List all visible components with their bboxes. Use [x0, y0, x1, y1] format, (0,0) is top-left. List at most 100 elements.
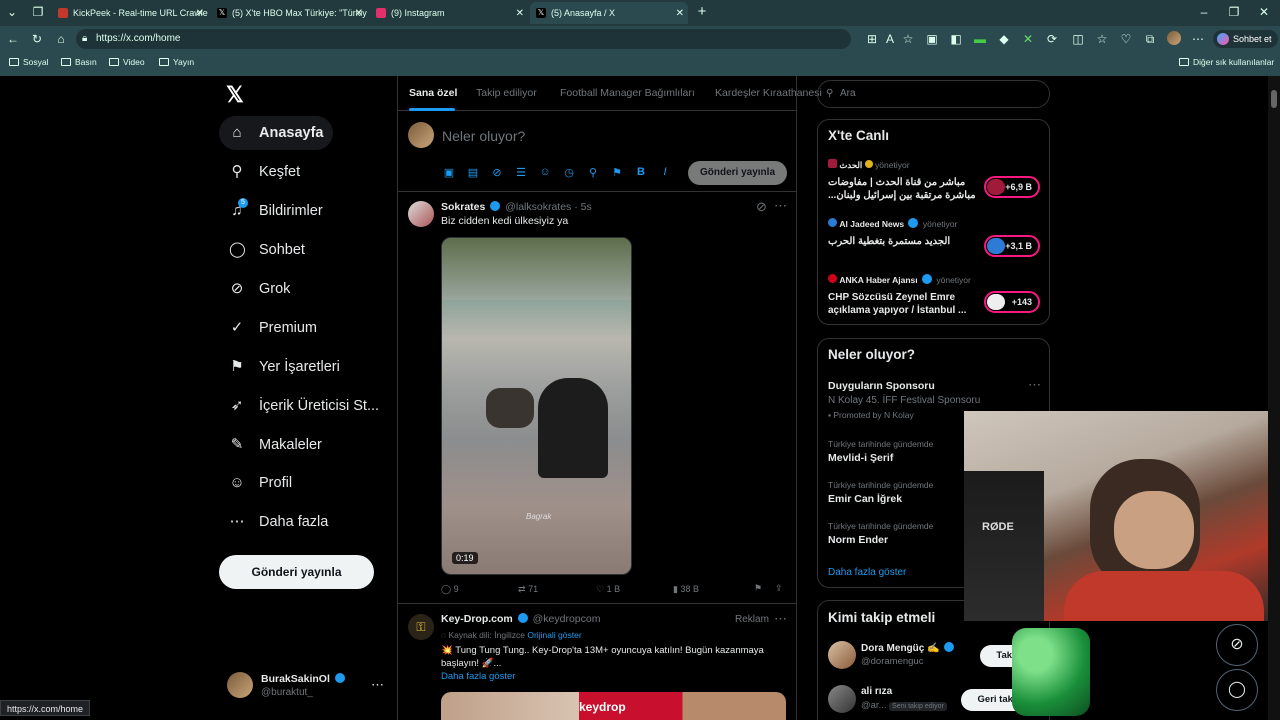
live-source[interactable]: Al Jadeed News yönetiyor [828, 218, 957, 229]
nav-item-creator-studio[interactable]: ➶ İçerik Üreticisi St... [219, 389, 389, 423]
browser-tab[interactable]: KickPeek - Real-time URL Crawler ✕ [52, 2, 208, 24]
scrollbar[interactable] [1268, 76, 1280, 720]
views-button[interactable]: ▮ 38 B [673, 584, 699, 595]
nav-item-chat[interactable]: ◯ Sohbet [219, 233, 315, 267]
workspaces-icon[interactable]: ❐ [30, 4, 46, 20]
bold-icon[interactable]: B [634, 166, 648, 178]
follow-name[interactable]: Dora Mengüç ✍ [861, 642, 956, 654]
flag-icon[interactable]: ⚑ [610, 166, 624, 179]
post-button[interactable]: Gönderi yayınla [219, 555, 374, 589]
scroll-thumb[interactable] [1271, 90, 1277, 108]
window-close-icon[interactable]: ✕ [1256, 4, 1272, 20]
extension-icon[interactable]: ◆ [996, 31, 1012, 47]
avatar[interactable] [828, 685, 856, 713]
back-icon[interactable]: ← [5, 31, 21, 47]
nav-item-articles[interactable]: ✎ Makaleler [219, 428, 332, 462]
copilot-chat-button[interactable]: Sohbet et [1213, 30, 1278, 48]
tab-for-you[interactable]: Sana özel [409, 87, 457, 99]
italic-icon[interactable]: I [658, 166, 672, 178]
extension-icon[interactable]: ▬ [972, 31, 988, 47]
tab-following[interactable]: Takip ediliyor [476, 87, 537, 99]
follow-name[interactable]: ali rıza [861, 686, 892, 697]
nav-item-profile[interactable]: ☺ Profil [219, 466, 302, 500]
bookmark-folder[interactable]: Sosyal [9, 57, 49, 67]
minimize-icon[interactable]: – [1196, 4, 1212, 20]
like-button[interactable]: ♡ 1 B [596, 584, 620, 595]
avatar[interactable] [828, 641, 856, 669]
poll-icon[interactable]: ☰ [514, 166, 528, 179]
grok-icon[interactable]: ⊘ [756, 199, 767, 215]
browser-tab[interactable]: 𝕏 (5) X'te HBO Max Türkiye: "Türkiye ✕ [211, 2, 367, 24]
nav-item-more[interactable]: ⋯ Daha fazla [219, 505, 338, 539]
live-title[interactable]: مباشر من قناة الحدث | مفاوضات مباشرة مرت… [828, 176, 978, 202]
close-icon[interactable]: ✕ [355, 8, 363, 19]
close-icon[interactable]: ✕ [516, 8, 524, 19]
extensions-icon[interactable]: ⧉ [1142, 31, 1158, 47]
reply-button[interactable]: ◯ 9 [441, 584, 459, 595]
menu-icon[interactable]: ⋯ [1190, 31, 1206, 47]
author-name[interactable]: Key-Drop.com [441, 613, 513, 625]
sponsored-trend[interactable]: Duyguların Sponsoru [828, 380, 935, 392]
live-listeners-pill[interactable]: +3,1 B [984, 235, 1040, 257]
bookmark-icon[interactable]: ⚑ [754, 583, 762, 594]
profile-avatar[interactable] [1166, 31, 1182, 47]
live-source[interactable]: الحدث yönetiyor [828, 159, 910, 171]
close-icon[interactable]: ✕ [676, 8, 684, 19]
close-icon[interactable]: ✕ [196, 8, 204, 19]
schedule-icon[interactable]: ◷ [562, 166, 576, 179]
nav-item-notifications[interactable]: ♫ 5 Bildirimler [219, 194, 333, 228]
grok-icon[interactable]: ⊘ [1216, 624, 1258, 666]
compose-post-button[interactable]: Gönderi yayınla [688, 161, 787, 185]
favorites-icon[interactable]: ☆ [1094, 31, 1110, 47]
nav-item-home[interactable]: ⌂ Anasayfa [219, 116, 334, 150]
emoji-icon[interactable]: ☺ [538, 166, 552, 178]
trend-name[interactable]: Mevlid-i Şerif [828, 452, 893, 464]
x-logo-icon[interactable]: 𝕏 [226, 82, 244, 108]
gif-icon[interactable]: ▤ [466, 166, 480, 179]
browser-tab-active[interactable]: 𝕏 (5) Anasayfa / X ✕ [530, 2, 688, 24]
extension-icon[interactable]: ▣ [924, 31, 940, 47]
live-listeners-pill[interactable]: +143 [984, 291, 1040, 313]
more-icon[interactable]: ⋯ [774, 198, 787, 214]
extension-icon[interactable]: ⊞ [864, 31, 880, 47]
trend-name[interactable]: Norm Ender [828, 534, 888, 546]
read-aloud-icon[interactable]: A [882, 31, 898, 47]
account-switcher[interactable]: BurakSakinOl @buraktut_ ⋯ [225, 670, 395, 704]
url-field[interactable]: 🔒︎ https://x.com/home [76, 29, 851, 49]
ad-banner[interactable]: keydrop [441, 692, 786, 720]
location-icon[interactable]: ⚲ [586, 166, 600, 179]
tweet-video[interactable]: Bagrak 0:19 [441, 237, 632, 575]
tab-community[interactable]: Football Manager Bağımlıları [560, 87, 695, 99]
refresh-icon[interactable]: ↻ [29, 31, 45, 47]
author-name[interactable]: Sokrates [441, 201, 485, 213]
tab-menu-icon[interactable]: ⌄ [4, 4, 20, 20]
share-icon[interactable]: ⇪ [775, 583, 783, 594]
more-icon[interactable]: ⋯ [774, 611, 787, 627]
compose-input[interactable]: Neler oluyor? [442, 128, 525, 144]
other-bookmarks-folder[interactable]: Diğer sık kullanılanlar [1179, 57, 1274, 67]
nav-item-premium[interactable]: ✓ Premium [219, 311, 327, 345]
bookmark-folder[interactable]: Basın [61, 57, 97, 67]
author-handle[interactable]: @keydropcom [533, 613, 601, 625]
extension-icon[interactable]: ✕ [1020, 31, 1036, 47]
nav-item-explore[interactable]: ⚲ Keşfet [219, 155, 310, 189]
more-icon[interactable]: ⋯ [1028, 377, 1041, 393]
split-screen-icon[interactable]: ◫ [1070, 31, 1086, 47]
live-listeners-pill[interactable]: +6,9 B [984, 176, 1040, 198]
author-handle[interactable]: @lalksokrates [505, 201, 571, 213]
live-title[interactable]: CHP Sözcüsü Zeynel Emre açıklama yapıyor… [828, 291, 978, 317]
messages-icon[interactable]: ◯ [1216, 669, 1258, 711]
extension-icon[interactable]: ◧ [948, 31, 964, 47]
show-original-link[interactable]: Orijinali göster [527, 630, 581, 640]
restore-icon[interactable]: ❐ [1226, 4, 1242, 20]
nav-item-grok[interactable]: ⊘ Grok [219, 272, 300, 306]
tweet-ad[interactable]: ⚿ Key-Drop.com @keydropcom Reklam ⋯ ◌ Ka… [398, 605, 796, 720]
extension-icon[interactable]: ⟳ [1044, 31, 1060, 47]
show-more-link[interactable]: Daha fazla göster [828, 567, 906, 578]
live-title[interactable]: الجديد مستمرة بتغطية الحرب [828, 235, 978, 249]
nav-item-bookmarks[interactable]: ⚑ Yer İşaretleri [219, 350, 350, 384]
tab-community[interactable]: Kardeşler Kıraathanesi [715, 87, 822, 99]
search-input[interactable]: ⚲ Ara [817, 80, 1050, 108]
collections-icon[interactable]: ♡ [1118, 31, 1134, 47]
bookmark-folder[interactable]: Video [109, 57, 145, 67]
